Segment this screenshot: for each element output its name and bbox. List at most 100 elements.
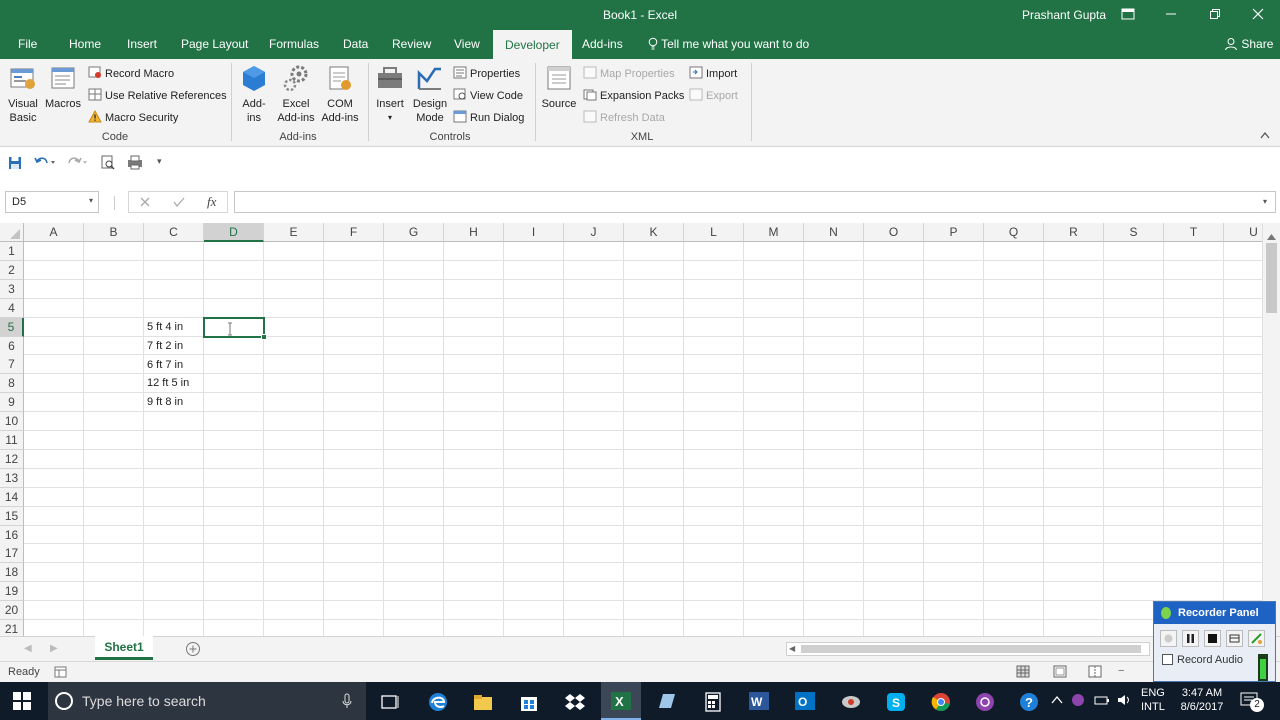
column-header-q[interactable]: Q: [984, 223, 1044, 242]
store-icon[interactable]: [518, 691, 540, 713]
row-header-6[interactable]: 6: [0, 337, 24, 356]
taskbar-search-box[interactable]: Type here to search: [48, 682, 366, 720]
fill-handle[interactable]: [261, 334, 267, 340]
record-button[interactable]: [1160, 630, 1177, 647]
expansion-packs-button[interactable]: Expansion Packs: [583, 88, 684, 102]
row-header-9[interactable]: 9: [0, 393, 24, 412]
select-all-corner[interactable]: [0, 223, 24, 242]
cancel-icon[interactable]: [140, 196, 150, 210]
row-header-12[interactable]: 12: [0, 450, 24, 469]
customize-qat-icon[interactable]: ▾: [157, 156, 162, 167]
print-preview-icon[interactable]: [101, 155, 115, 173]
next-sheet-icon[interactable]: ▶: [50, 643, 58, 654]
scroll-left-icon[interactable]: ◀: [789, 644, 795, 653]
help-icon[interactable]: ?: [1018, 691, 1040, 713]
undo-icon[interactable]: [34, 155, 56, 172]
column-header-p[interactable]: P: [924, 223, 984, 242]
source-button[interactable]: Source: [540, 63, 578, 111]
row-header-18[interactable]: 18: [0, 563, 24, 582]
macro-record-icon[interactable]: [54, 666, 67, 681]
tab-view[interactable]: View: [454, 37, 480, 51]
row-header-2[interactable]: 2: [0, 261, 24, 280]
export-button[interactable]: Export: [689, 88, 738, 102]
show-hidden-icons[interactable]: [1051, 694, 1063, 708]
selected-cell-d5[interactable]: [203, 317, 267, 340]
import-button[interactable]: Import: [689, 66, 737, 80]
sheet-tab-sheet1[interactable]: Sheet1: [95, 636, 153, 660]
row-header-11[interactable]: 11: [0, 431, 24, 450]
battery-icon[interactable]: [1094, 693, 1110, 710]
column-header-s[interactable]: S: [1104, 223, 1164, 242]
record-audio-option[interactable]: Record Audio: [1162, 654, 1243, 666]
design-mode-button[interactable]: Design Mode: [411, 63, 449, 125]
row-header-15[interactable]: 15: [0, 507, 24, 526]
pause-button[interactable]: [1182, 630, 1199, 647]
name-box[interactable]: D5 ▾: [5, 191, 99, 213]
new-sheet-icon[interactable]: [185, 641, 201, 660]
clock[interactable]: 3:47 AM 8/6/2017: [1176, 686, 1228, 714]
add-ins-button[interactable]: Add- ins: [239, 63, 269, 125]
refresh-data-button[interactable]: Refresh Data: [583, 110, 665, 124]
share-button[interactable]: Share: [1224, 37, 1273, 51]
tab-formulas[interactable]: Formulas: [269, 37, 319, 51]
cell-c5[interactable]: 5 ft 4 in: [144, 318, 183, 337]
input-language[interactable]: ENG INTL: [1141, 686, 1165, 714]
row-header-8[interactable]: 8: [0, 374, 24, 393]
dropbox-icon[interactable]: [564, 691, 586, 713]
zoom-out-icon[interactable]: −: [1118, 665, 1124, 677]
run-dialog-button[interactable]: Run Dialog: [453, 110, 524, 124]
cell-c6[interactable]: 7 ft 2 in: [144, 337, 183, 356]
scroll-up-icon[interactable]: [1267, 229, 1276, 243]
excel-taskbar-button[interactable]: X: [601, 682, 641, 720]
volume-icon[interactable]: [1117, 693, 1133, 710]
column-header-b[interactable]: B: [84, 223, 144, 242]
column-header-g[interactable]: G: [384, 223, 444, 242]
column-header-n[interactable]: N: [804, 223, 864, 242]
column-header-r[interactable]: R: [1044, 223, 1104, 242]
column-header-i[interactable]: I: [504, 223, 564, 242]
row-header-3[interactable]: 3: [0, 280, 24, 299]
messenger-icon[interactable]: [974, 691, 996, 713]
column-header-t[interactable]: T: [1164, 223, 1224, 242]
redo-icon[interactable]: [66, 155, 88, 172]
tab-add-ins[interactable]: Add-ins: [582, 37, 623, 51]
record-macro-button[interactable]: Record Macro: [88, 66, 174, 80]
record-audio-checkbox[interactable]: [1162, 654, 1173, 665]
collapse-ribbon-icon[interactable]: [1260, 131, 1270, 142]
excel-add-ins-button[interactable]: Excel Add-ins: [275, 63, 317, 125]
macros-button[interactable]: Macros: [44, 63, 82, 111]
column-header-c[interactable]: C: [144, 223, 204, 242]
properties-button[interactable]: Properties: [453, 66, 520, 80]
expand-formula-bar-icon[interactable]: ▾: [1263, 197, 1267, 206]
microphone-icon[interactable]: [342, 693, 352, 712]
action-center-icon[interactable]: 2: [1240, 692, 1264, 712]
use-relative-references-button[interactable]: Use Relative References: [88, 88, 227, 102]
outlook-icon[interactable]: O: [794, 691, 816, 713]
row-header-16[interactable]: 16: [0, 526, 24, 545]
ribbon-display-options-icon[interactable]: [1118, 5, 1138, 25]
tell-me-box[interactable]: Tell me what you want to do: [648, 37, 809, 51]
page-layout-view-icon[interactable]: [1053, 665, 1067, 681]
row-header-7[interactable]: 7: [0, 355, 24, 374]
name-box-dropdown-icon[interactable]: ▾: [89, 196, 93, 205]
view-code-button[interactable]: View Code: [453, 88, 523, 102]
row-header-20[interactable]: 20: [0, 601, 24, 620]
restore-icon[interactable]: [1205, 5, 1225, 25]
row-header-19[interactable]: 19: [0, 582, 24, 601]
insert-function-button[interactable]: fx: [207, 194, 216, 210]
row-header-21[interactable]: 21: [0, 620, 24, 636]
row-header-5[interactable]: 5: [0, 318, 24, 337]
tab-home[interactable]: Home: [69, 37, 101, 51]
com-add-ins-button[interactable]: COM Add-ins: [319, 63, 361, 125]
column-header-m[interactable]: M: [744, 223, 804, 242]
previous-sheet-icon[interactable]: ◀: [24, 643, 32, 654]
tab-file[interactable]: File: [18, 37, 37, 51]
stop-button[interactable]: [1204, 630, 1221, 647]
column-header-k[interactable]: K: [624, 223, 684, 242]
notepad-icon[interactable]: [656, 691, 678, 713]
column-header-f[interactable]: F: [324, 223, 384, 242]
tray-app-icon[interactable]: [1071, 693, 1085, 710]
recorder-settings-button[interactable]: [1226, 630, 1243, 647]
word-icon[interactable]: W: [748, 691, 770, 713]
page-break-view-icon[interactable]: [1088, 665, 1102, 681]
